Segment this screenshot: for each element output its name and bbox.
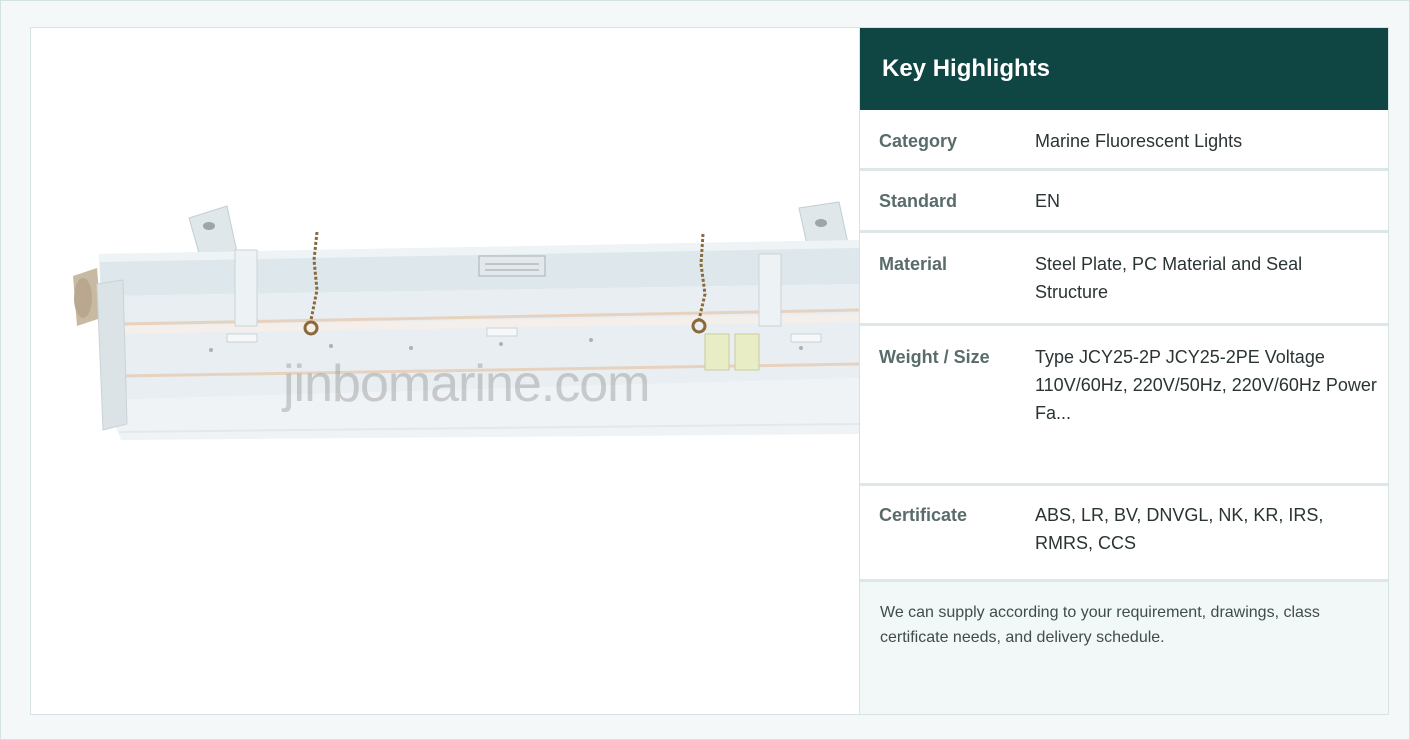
spec-value: Marine Fluorescent Lights — [1035, 131, 1243, 151]
spec-label: Standard — [879, 191, 958, 211]
spec-value: ABS, LR, BV, DNVGL, NK, KR, IRS, RMRS, C… — [1035, 505, 1324, 553]
spec-label: Certificate — [879, 505, 968, 525]
spec-row-category: Category Marine Fluorescent Lights — [860, 110, 1388, 171]
spec-value: Steel Plate, PC Material and Seal Struct… — [1035, 254, 1303, 302]
spec-label: Weight / Size — [879, 347, 990, 367]
supply-note: We can supply according to your requirem… — [860, 582, 1388, 714]
spec-label: Category — [879, 131, 958, 151]
spec-row-certificate: Certificate ABS, LR, BV, DNVGL, NK, KR, … — [860, 486, 1388, 582]
key-highlights-panel: Key Highlights Category Marine Fluoresce… — [860, 28, 1388, 714]
product-card: jinbomarine.com Key Highlights Category … — [30, 27, 1389, 715]
watermark-text: jinbomarine.com — [283, 355, 650, 413]
spec-label: Material — [879, 254, 948, 274]
spec-row-material: Material Steel Plate, PC Material and Se… — [860, 233, 1388, 326]
product-image[interactable]: jinbomarine.com — [31, 28, 860, 714]
spec-value: Type JCY25-2P JCY25-2PE Voltage 110V/60H… — [1035, 347, 1377, 423]
spec-row-weight-size: Weight / Size Type JCY25-2P JCY25-2PE Vo… — [860, 326, 1388, 486]
spec-value: EN — [1035, 191, 1061, 211]
key-highlights-title: Key Highlights — [860, 28, 1388, 110]
spec-row-standard: Standard EN — [860, 171, 1388, 233]
